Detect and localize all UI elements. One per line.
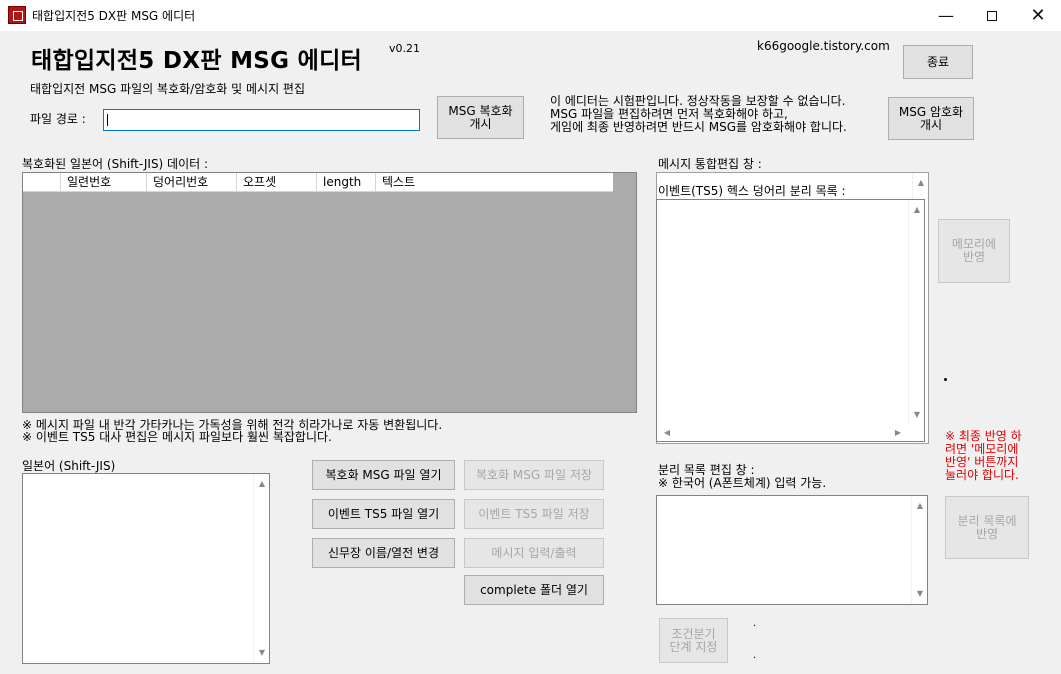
scroll-up-icon[interactable]: ▲ xyxy=(254,476,270,492)
open-decrypted-msg-button[interactable]: 복호화 MSG 파일 열기 xyxy=(312,460,455,490)
event-split-list[interactable]: ▲ ▼ ◀ ▶ xyxy=(656,199,925,442)
text-caret xyxy=(107,114,108,126)
version-label: v0.21 xyxy=(389,42,421,55)
apply-split-list-button[interactable]: 분리 목록에 반영 xyxy=(945,496,1029,559)
scroll-right-icon[interactable]: ▶ xyxy=(890,425,906,441)
notes: ※ 메시지 파일 내 반각 가타카나는 가독성을 위해 전각 히라가나로 자동 … xyxy=(22,418,443,444)
column-header[interactable] xyxy=(23,173,61,192)
page-subtitle: 태합입지전 MSG 파일의 복호화/암호화 및 메시지 편집 xyxy=(30,82,306,96)
apply-memory-button[interactable]: 메모리에 반영 xyxy=(938,219,1010,283)
save-event-ts5-button[interactable]: 이벤트 TS5 파일 저장 xyxy=(464,499,604,529)
file-path-label: 파일 경로 : xyxy=(30,112,86,126)
japanese-textarea[interactable]: ▲ ▼ xyxy=(22,473,270,664)
scroll-left-icon[interactable]: ◀ xyxy=(659,425,675,441)
scroll-down-icon[interactable]: ▼ xyxy=(909,407,925,423)
column-header[interactable]: 덩어리번호 xyxy=(147,173,237,192)
notice-text: 이 에디터는 시험판입니다. 정상작동을 보장할 수 없습니다. MSG 파일을… xyxy=(550,94,847,134)
horizontal-scrollbar[interactable]: ◀ ▶ xyxy=(657,425,908,441)
column-header[interactable]: length xyxy=(317,173,376,192)
bullet-mark xyxy=(944,378,947,381)
vertical-scrollbar[interactable]: ▲ ▼ xyxy=(253,474,269,663)
split-edit-textarea[interactable]: ▲ ▼ xyxy=(656,495,928,605)
event-list-label: 이벤트(TS5) 헥스 덩어리 분리 목록 : xyxy=(658,184,846,198)
grid-label: 복호화된 일본어 (Shift-JIS) 데이터 : xyxy=(22,157,209,171)
site-link[interactable]: k66google.tistory.com xyxy=(757,39,890,53)
change-name-button[interactable]: 신무장 이름/열전 변경 xyxy=(312,538,455,568)
column-header[interactable]: 일련번호 xyxy=(61,173,147,192)
encrypt-msg-button[interactable]: MSG 암호화 개시 xyxy=(888,97,974,140)
file-path-input[interactable] xyxy=(103,109,420,131)
column-header[interactable]: 텍스트 xyxy=(376,173,613,192)
decrypt-msg-button[interactable]: MSG 복호화 개시 xyxy=(437,96,524,139)
page-title: 태합입지전5 DX판 MSG 에디터 xyxy=(31,48,363,74)
data-grid[interactable]: 일련번호 덩어리번호 오프셋 length 텍스트 xyxy=(22,172,637,413)
column-header[interactable]: 오프셋 xyxy=(237,173,317,192)
close-icon[interactable]: ✕ xyxy=(1015,0,1061,31)
open-event-ts5-button[interactable]: 이벤트 TS5 파일 열기 xyxy=(312,499,455,529)
exit-button[interactable]: 종료 xyxy=(903,45,973,79)
open-complete-folder-button[interactable]: complete 폴더 열기 xyxy=(464,575,604,605)
message-io-button[interactable]: 메시지 입력/출력 xyxy=(464,538,604,568)
save-decrypted-msg-button[interactable]: 복호화 MSG 파일 저장 xyxy=(464,460,604,490)
app-icon xyxy=(8,6,26,24)
scroll-down-icon[interactable]: ▼ xyxy=(254,645,270,661)
dot-mark: . xyxy=(753,618,757,629)
japanese-label: 일본어 (Shift-JIS) xyxy=(22,459,116,473)
scroll-up-icon[interactable]: ▲ xyxy=(909,202,925,218)
scroll-down-icon[interactable]: ▼ xyxy=(912,586,928,602)
dot-mark: . xyxy=(753,650,757,661)
window-title: 태합입지전5 DX판 MSG 에디터 xyxy=(32,9,196,23)
scroll-up-icon[interactable]: ▲ xyxy=(913,175,929,191)
minimize-icon[interactable]: — xyxy=(923,0,969,31)
split-edit-label-group: 분리 목록 편집 창 : ※ 한국어 (A폰트체계) 입력 가능. xyxy=(658,463,827,490)
vertical-scrollbar[interactable]: ▲ ▼ xyxy=(908,200,924,425)
vertical-scrollbar[interactable]: ▲ ▼ xyxy=(911,496,927,604)
maximize-icon[interactable] xyxy=(969,0,1015,31)
branch-stage-button[interactable]: 조건분기 단계 지정 xyxy=(659,618,728,663)
warning-text: ※ 최종 반영 하 려면 '메모리에 반영' 버튼까지 눌러야 합니다. xyxy=(945,429,1022,482)
integrated-edit-label: 메시지 통합편집 창 : xyxy=(658,157,762,171)
scroll-up-icon[interactable]: ▲ xyxy=(912,498,928,514)
grid-header: 일련번호 덩어리번호 오프셋 length 텍스트 xyxy=(23,173,613,192)
